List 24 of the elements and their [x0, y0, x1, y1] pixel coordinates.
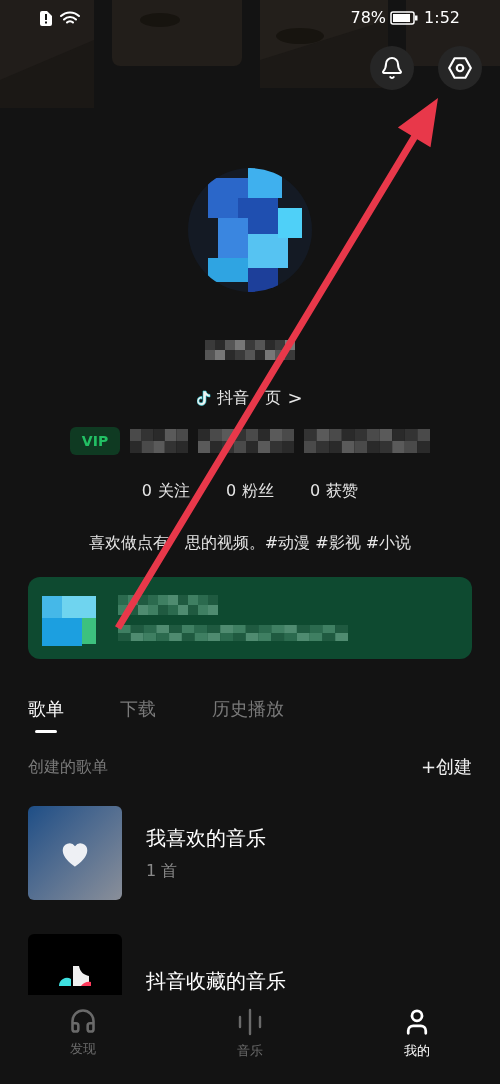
nav-tab[interactable]: 发现 — [33, 1007, 134, 1059]
stat-label: 粉丝 — [242, 480, 275, 502]
create-button[interactable]: +创建 — [420, 753, 472, 780]
stat-label: 获赞 — [326, 480, 359, 502]
section-title: 创建的歌单 — [28, 755, 108, 778]
nav-tab[interactable]: 我的 — [366, 1007, 467, 1061]
playlist-item[interactable]: 抖音收藏的音乐 — [28, 934, 472, 995]
stat-label: 关注 — [157, 480, 190, 502]
stat-value: 0 — [225, 480, 237, 502]
profile-bio: 思的视频。#动漫 #影视 #小说 — [184, 532, 412, 554]
homepage-link[interactable]: 抖音 页 > — [197, 384, 303, 411]
song-count: 1 首 — [146, 860, 179, 882]
vip-badge: VIP — [69, 427, 121, 455]
playlist-title: 我喜欢的音乐 — [146, 825, 266, 852]
playlist-item[interactable]: 我喜欢的音乐 1 首 — [28, 806, 472, 900]
battery-percent: 78% — [350, 7, 387, 29]
clock-time: 1:52 — [424, 7, 460, 29]
stat-value: 0 — [310, 480, 321, 502]
playlist-title: 抖音收藏的音乐 — [146, 968, 286, 995]
stat-value: 0 — [141, 480, 152, 502]
tab[interactable]: 歌单 — [28, 695, 64, 733]
tab[interactable]: 历史播放 — [212, 695, 284, 733]
nav-tab[interactable]: 音乐 — [200, 1007, 300, 1061]
tab[interactable]: 下载 — [120, 695, 156, 733]
